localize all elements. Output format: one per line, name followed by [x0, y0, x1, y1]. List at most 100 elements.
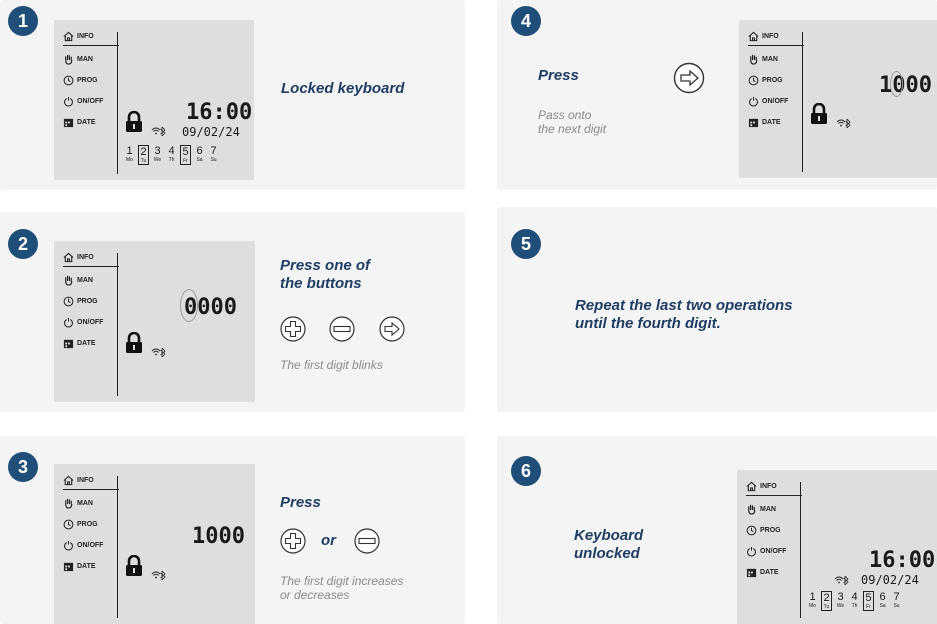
clock-icon — [748, 75, 759, 86]
wifi-icon — [834, 575, 849, 585]
wifi-icon — [151, 347, 166, 357]
step-badge: 2 — [8, 229, 38, 259]
thermostat-display: INFO MAN PROG ON/OFF DATE 1000 — [739, 20, 937, 178]
day-we: 3 We — [836, 591, 845, 609]
menu-prog: PROG — [63, 291, 119, 312]
display-menu: INFO MAN PROG ON/OFF DATE — [746, 478, 802, 583]
day-th: 4 Th — [168, 145, 175, 163]
home-icon — [63, 31, 74, 42]
bluetooth-icon — [160, 347, 166, 357]
bluetooth-icon — [160, 126, 166, 136]
clock-icon — [63, 75, 74, 86]
menu-prog: PROG — [63, 70, 119, 91]
step-2-card: 2 INFO MAN PROG ON/OFF DATE 0000 Press o… — [0, 212, 465, 412]
day-th: 4 Th — [851, 591, 858, 609]
display-menu: INFO MAN PROG ON/OFF DATE — [63, 249, 119, 354]
step-title: Locked keyboard — [281, 80, 405, 97]
divider — [802, 32, 803, 172]
calendar-icon — [63, 339, 74, 349]
step-badge: 5 — [511, 229, 541, 259]
menu-onoff: ON/OFF — [746, 541, 802, 562]
wifi-icon — [836, 118, 851, 128]
bluetooth-icon — [845, 118, 851, 128]
day-fr: 5 Fr — [180, 145, 191, 165]
code-readout: 1000 — [879, 73, 932, 98]
step-badge: 6 — [511, 456, 541, 486]
step-title: Press one of the buttons — [280, 257, 371, 292]
plus-button-icon[interactable] — [280, 316, 306, 342]
menu-prog: PROG — [63, 514, 119, 535]
thermostat-display: INFO MAN PROG ON/OFF DATE 16:00 09/02/24… — [54, 20, 254, 180]
divider — [800, 482, 801, 618]
code-readout: 1000 — [192, 524, 245, 549]
step-1-card: 1 INFO MAN PROG ON/OFF DATE 16:00 09/02/… — [0, 0, 465, 190]
step-title: Press — [280, 494, 321, 511]
weekday-row: 1 Mo 2 Tu 3 We 4 Th 5 Fr 6 Sa 7 Su — [807, 591, 902, 611]
date-readout: 09/02/24 — [182, 125, 240, 139]
lock-icon — [811, 103, 827, 124]
menu-man: MAN — [63, 49, 119, 70]
menu-onoff: ON/OFF — [63, 535, 119, 556]
home-icon — [63, 475, 74, 486]
clock-icon — [746, 525, 757, 536]
display-menu: INFO MAN PROG ON/OFF DATE — [63, 472, 119, 577]
power-icon — [64, 540, 73, 551]
or-label: or — [321, 532, 336, 549]
minus-button-icon[interactable] — [329, 316, 355, 342]
menu-date: DATE — [63, 556, 119, 577]
menu-date: DATE — [746, 562, 802, 583]
day-tu: 2 Tu — [821, 591, 832, 611]
step-badge: 4 — [511, 6, 541, 36]
thermostat-display: INFO MAN PROG ON/OFF DATE 0000 — [54, 241, 255, 402]
hand-icon — [65, 498, 73, 509]
lock-icon — [126, 555, 142, 576]
menu-info: INFO — [63, 472, 119, 490]
day-tu: 2 Tu — [138, 145, 149, 165]
menu-prog: PROG — [748, 70, 804, 91]
bluetooth-icon — [160, 570, 166, 580]
wifi-icon — [151, 570, 166, 580]
time-readout: 16:00 — [186, 100, 253, 125]
menu-man: MAN — [746, 499, 802, 520]
hand-icon — [65, 54, 73, 65]
step-note: The first digit blinks — [280, 358, 383, 372]
arrow-right-button-icon[interactable] — [379, 316, 405, 342]
arrow-right-button-icon[interactable] — [673, 62, 705, 94]
menu-info: INFO — [63, 249, 119, 267]
power-icon — [64, 96, 73, 107]
home-icon — [748, 31, 759, 42]
menu-prog: PROG — [746, 520, 802, 541]
thermostat-display: INFO MAN PROG ON/OFF DATE 16:00 09/02/24… — [737, 470, 937, 624]
step-title: Repeat the last two operations until the … — [575, 297, 793, 332]
calendar-icon — [63, 118, 74, 128]
calendar-icon — [748, 118, 759, 128]
bluetooth-icon — [843, 575, 849, 585]
menu-date: DATE — [748, 112, 804, 133]
time-readout: 16:00 — [869, 548, 936, 573]
thermostat-display: INFO MAN PROG ON/OFF DATE 1000 — [54, 464, 255, 624]
power-icon — [747, 546, 756, 557]
home-icon — [63, 252, 74, 263]
divider — [117, 253, 118, 396]
step-badge: 3 — [8, 452, 38, 482]
plus-button-icon[interactable] — [280, 528, 306, 554]
step-note: The first digit increases or decreases — [280, 574, 404, 602]
menu-man: MAN — [63, 493, 119, 514]
menu-onoff: ON/OFF — [63, 312, 119, 333]
power-icon — [64, 317, 73, 328]
day-sa: 6 Sa — [879, 591, 886, 609]
step-badge: 1 — [8, 6, 38, 36]
hand-icon — [65, 275, 73, 286]
menu-onoff: ON/OFF — [748, 91, 804, 112]
hand-icon — [750, 54, 758, 65]
clock-icon — [63, 519, 74, 530]
day-su: 7 Su — [893, 591, 900, 609]
wifi-icon — [151, 126, 166, 136]
step-6-card: 6 Keyboard unlocked INFO MAN PROG ON/OFF … — [497, 436, 937, 624]
minus-button-icon[interactable] — [354, 528, 380, 554]
menu-man: MAN — [63, 270, 119, 291]
calendar-icon — [746, 568, 757, 578]
blink-indicator — [180, 289, 198, 322]
weekday-row: 1 Mo 2 Tu 3 We 4 Th 5 Fr 6 Sa 7 Su — [124, 145, 219, 165]
day-mo: 1 Mo — [126, 145, 133, 163]
